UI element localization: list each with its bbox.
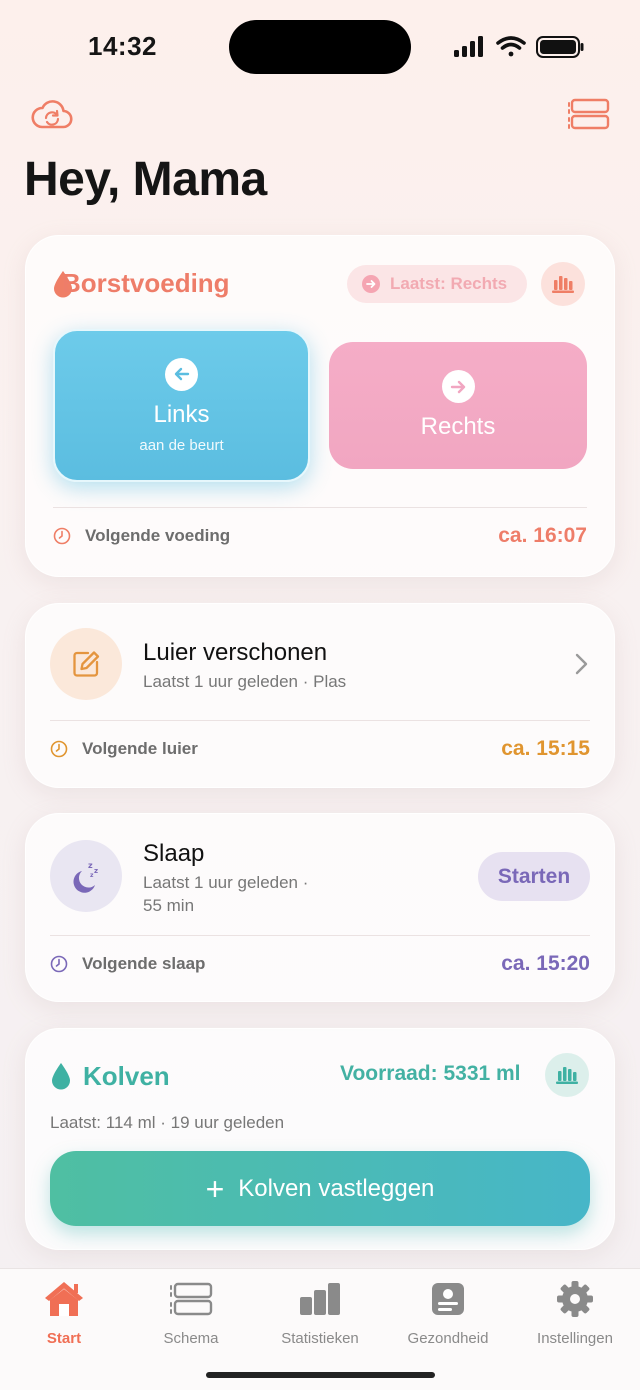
tab-label: Gezondheid [407,1330,489,1347]
svg-text:z: z [90,872,94,879]
arrow-left-icon [165,357,198,391]
dynamic-island [229,20,411,74]
plus-icon: + [205,1170,225,1207]
wifi-icon [496,36,526,57]
sleep-subtitle-line1: Laatst 1 uur geleden · [143,873,309,892]
next-sleep-label: Volgende slaap [82,954,206,973]
left-sublabel: aan de beurt [139,436,224,454]
diaper-title: Luier verschonen [143,639,328,666]
page-title: Hey, Mama [24,153,267,206]
last-side-label: Laatst: Rechts [390,274,508,293]
tab-schema[interactable]: Schema [127,1279,255,1347]
next-diaper-label: Volgende luier [82,739,198,758]
tab-statistieken[interactable]: Statistieken [256,1279,384,1347]
svg-text:z: z [94,867,98,875]
next-diaper-time: ca. 15:15 [501,737,590,760]
home-icon [43,1279,85,1319]
record-pumping-button[interactable]: + Kolven vastleggen [50,1151,590,1226]
next-feeding-time: ca. 16:07 [498,524,587,547]
cloud-sync-icon[interactable] [31,98,73,135]
feeding-stats-button[interactable] [541,262,585,306]
tab-gezondheid[interactable]: Gezondheid [384,1279,512,1347]
pumping-title: Kolven [83,1061,170,1091]
tab-label: Start [46,1330,82,1347]
diaper-subtitle: Laatst 1 uur geleden · Plas [143,672,347,691]
next-feeding-label: Volgende voeding [85,526,231,545]
edit-icon [73,651,100,677]
schedule-list-icon[interactable] [568,98,610,135]
divider [50,935,590,936]
tab-start[interactable]: Start [0,1279,128,1347]
signal-icon [454,36,483,57]
svg-text:z: z [88,861,93,870]
health-icon [431,1279,465,1319]
start-sleep-button[interactable]: Starten [478,852,590,901]
drop-icon [51,1062,71,1095]
schedule-icon [169,1279,213,1319]
clock-icon [53,527,71,550]
bar-chart-icon [299,1279,341,1319]
status-icons [452,34,584,65]
pumping-stock: Voorraad: 5331 ml [340,1062,521,1085]
bar-chart-icon [552,276,574,293]
moon-sleep-icon: z z z [73,861,98,893]
diaper-avatar [50,628,122,700]
sleep-avatar: z z z [50,840,122,912]
bar-chart-icon [556,1067,578,1084]
divider [53,507,587,508]
clock-icon [50,740,68,763]
left-breast-button[interactable]: Links aan de beurt [53,329,310,482]
status-bar: 14:32 [0,0,640,92]
right-breast-button[interactable]: Rechts [329,342,587,469]
pumping-last: Laatst: 114 ml · 19 uur geleden [50,1113,285,1132]
sleep-title: Slaap [143,840,205,867]
home-indicator [206,1372,435,1378]
arrow-right-icon [441,370,475,403]
record-pumping-label: Kolven vastleggen [238,1174,435,1202]
gear-icon [556,1279,594,1319]
status-time: 14:32 [88,31,157,61]
pumping-stats-button[interactable] [545,1053,589,1097]
battery-icon [536,36,584,58]
right-label: Rechts [420,413,496,440]
left-label: Links [153,400,210,428]
tab-label: Instellingen [537,1330,613,1347]
tab-label: Schema [163,1330,219,1347]
clock-icon [50,955,68,978]
arrow-right-icon [362,275,380,293]
divider [50,720,590,721]
chevron-right-icon [574,652,590,681]
tab-instellingen[interactable]: Instellingen [511,1279,639,1347]
next-sleep-time: ca. 15:20 [501,952,590,975]
breastfeeding-title: Borstvoeding [62,268,230,298]
tab-label: Statistieken [281,1330,359,1347]
sleep-subtitle-line2: 55 min [143,896,195,915]
last-side-pill: Laatst: Rechts [347,265,527,303]
